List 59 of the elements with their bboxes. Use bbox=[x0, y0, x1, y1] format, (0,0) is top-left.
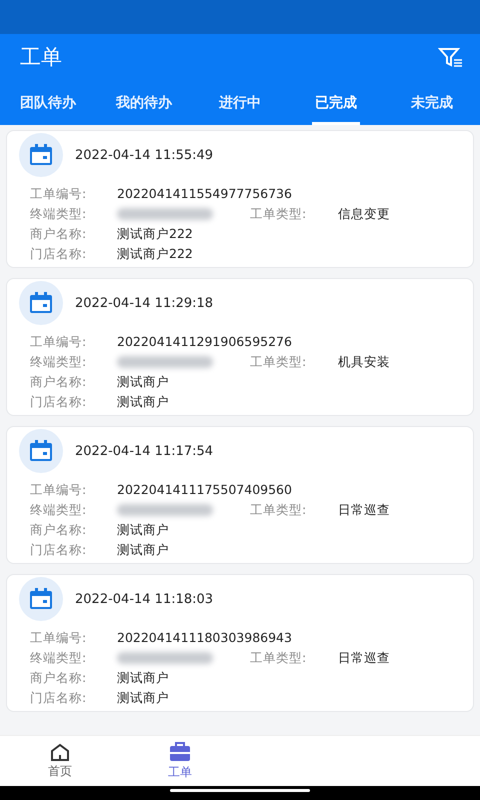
field-value: 日常巡查 bbox=[338, 501, 391, 519]
tab[interactable]: 已完成 bbox=[288, 80, 384, 125]
field-label: 商户名称: bbox=[30, 521, 88, 539]
field-label: 门店名称: bbox=[30, 245, 88, 263]
field-label: 门店名称: bbox=[30, 393, 88, 411]
tab[interactable]: 进行中 bbox=[192, 80, 288, 125]
field-value: 2022041411175507409560 bbox=[117, 481, 293, 499]
field-label: 商户名称: bbox=[30, 225, 88, 243]
field-label: 终端类型: bbox=[30, 501, 88, 519]
tab[interactable]: 未完成 bbox=[384, 80, 480, 125]
field-value: 测试商户222 bbox=[117, 225, 194, 243]
home-icon bbox=[50, 742, 70, 760]
field-label: 工单类型: bbox=[250, 501, 308, 519]
field-value: 测试商户 bbox=[117, 669, 170, 687]
field-value: 信息变更 bbox=[338, 205, 391, 223]
order-card[interactable]: 2022-04-14 11:29:18 工单编号: 2022041411291906595276 终端类型: 工单类型: 机具安装 商户名称: 测试商户 门店名称: 测试商户 bbox=[6, 278, 474, 416]
order-time: 2022-04-14 11:29:18 bbox=[75, 296, 214, 310]
field-value: 测试商户 bbox=[117, 373, 170, 391]
field-label: 工单编号: bbox=[30, 185, 88, 203]
field-value: 测试商户 bbox=[117, 541, 170, 559]
field-label: 商户名称: bbox=[30, 373, 88, 391]
order-time: 2022-04-14 11:17:54 bbox=[75, 444, 214, 458]
field-value: 测试商户222 bbox=[117, 245, 194, 263]
field-label: 终端类型: bbox=[30, 353, 88, 371]
filter-icon[interactable] bbox=[438, 46, 464, 68]
order-card[interactable]: 2022-04-14 11:17:54 工单编号: 2022041411175507409560 终端类型: 工单类型: 日常巡查 商户名称: 测试商户 门店名称: 测试商户 bbox=[6, 426, 474, 564]
nav-item[interactable]: 工单 bbox=[120, 736, 240, 786]
field-value: 2022041411554977756736 bbox=[117, 185, 293, 203]
field-value: 测试商户 bbox=[117, 393, 170, 411]
field-label: 终端类型: bbox=[30, 205, 88, 223]
order-time: 2022-04-14 11:18:03 bbox=[75, 592, 214, 606]
field-label: 工单类型: bbox=[250, 649, 308, 667]
field-value: 2022041411291906595276 bbox=[117, 333, 293, 351]
field-label: 工单编号: bbox=[30, 333, 88, 351]
field-label: 终端类型: bbox=[30, 649, 88, 667]
field-value: 2022041411180303986943 bbox=[117, 629, 293, 647]
field-label: 门店名称: bbox=[30, 689, 88, 707]
calendar-icon bbox=[29, 292, 53, 314]
field-label: 工单类型: bbox=[250, 353, 308, 371]
order-card[interactable]: 2022-04-14 11:18:03 工单编号: 2022041411180303986943 终端类型: 工单类型: 日常巡查 商户名称: 测试商户 门店名称: 测试商户 bbox=[6, 574, 474, 712]
field-label: 工单编号: bbox=[30, 629, 88, 647]
field-label: 工单类型: bbox=[250, 205, 308, 223]
calendar-icon bbox=[29, 440, 53, 462]
field-label: 商户名称: bbox=[30, 669, 88, 687]
field-value: 测试商户 bbox=[117, 689, 170, 707]
order-card[interactable]: 2022-04-14 11:55:49 工单编号: 2022041411554977756736 终端类型: 工单类型: 信息变更 商户名称: 测试商户222 门店名称: 测试商户222 bbox=[6, 130, 474, 268]
tab[interactable]: 我的待办 bbox=[96, 80, 192, 125]
calendar-icon bbox=[29, 588, 53, 610]
field-label: 门店名称: bbox=[30, 541, 88, 559]
order-time: 2022-04-14 11:55:49 bbox=[75, 148, 214, 162]
field-label: 工单编号: bbox=[30, 481, 88, 499]
tab[interactable]: 团队待办 bbox=[0, 80, 96, 125]
nav-item[interactable]: 首页 bbox=[0, 736, 120, 786]
briefcase-icon bbox=[169, 742, 191, 762]
field-value: 测试商户 bbox=[117, 521, 170, 539]
field-value: 日常巡查 bbox=[338, 649, 391, 667]
calendar-icon bbox=[29, 144, 53, 166]
field-value: 机具安装 bbox=[338, 353, 391, 371]
page-title: 工单 bbox=[20, 44, 62, 71]
